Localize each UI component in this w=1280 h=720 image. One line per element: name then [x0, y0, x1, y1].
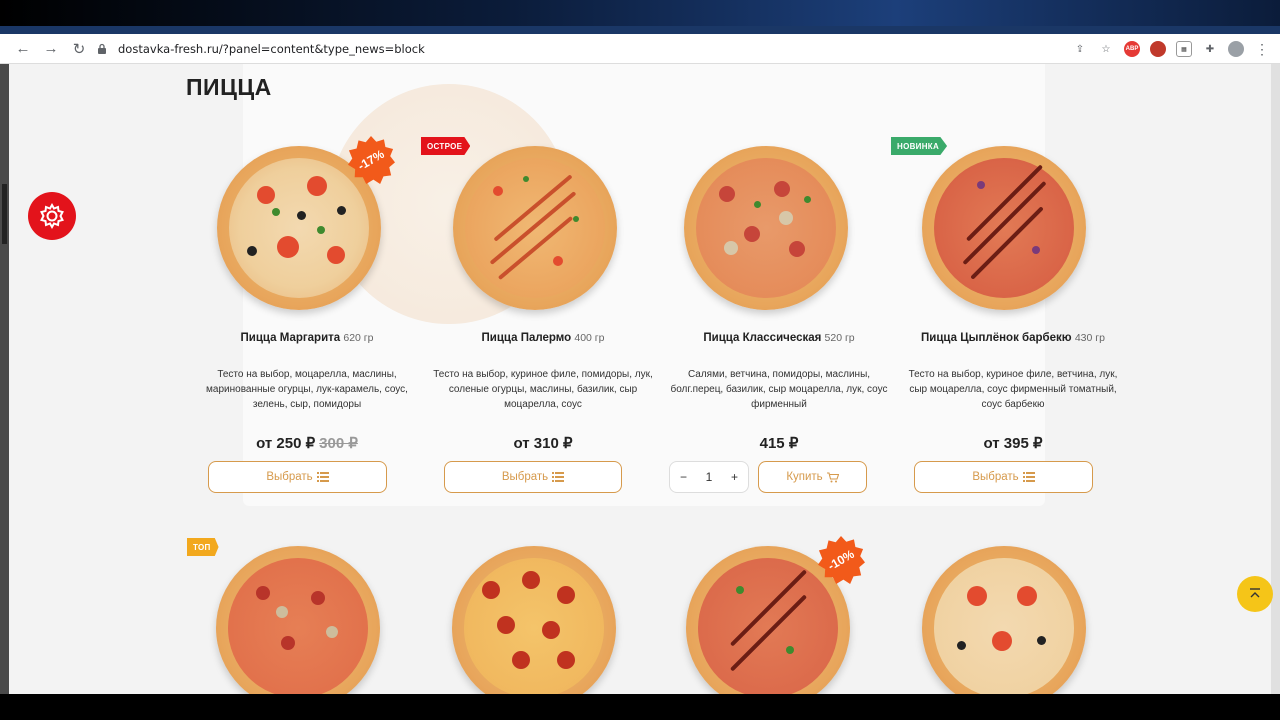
new-badge: НОВИНКА [891, 137, 948, 155]
puzzle-icon[interactable]: ✚ [1202, 41, 1218, 57]
share-icon[interactable]: ⇪ [1072, 41, 1088, 57]
gear-icon [40, 202, 64, 230]
settings-button[interactable] [28, 192, 76, 240]
qty-value: 1 [705, 470, 713, 484]
profile-icon[interactable] [1228, 41, 1244, 57]
tab-strip [0, 0, 1280, 34]
pizza-image[interactable] [684, 146, 848, 310]
list-icon [1022, 472, 1035, 482]
list-icon [316, 472, 329, 482]
product-description: Тесто на выбор, моцарелла, маслины, мари… [206, 369, 408, 410]
cart-icon [826, 471, 839, 482]
product-name: Пицца Цыплёнок барбекю 430 гр [921, 332, 1105, 344]
browser-window: ← → ↻ dostavka-fresh.ru/?panel=content&t… [0, 0, 1280, 720]
product-weight: 400 гр [574, 332, 605, 344]
scroll-top-button[interactable] [1237, 576, 1273, 612]
product-weight: 430 гр [1074, 332, 1105, 344]
product-name: Пицца Палермо 400 гр [481, 332, 605, 344]
adblock-icon[interactable]: ABP [1124, 41, 1140, 57]
top-badge: ТОП [187, 538, 219, 556]
product-price: от 310 ₽ [513, 435, 573, 452]
select-button[interactable]: Выбрать [444, 461, 622, 493]
quantity-stepper[interactable]: − 1 + [669, 461, 749, 493]
browser-toolbar: ← → ↻ dostavka-fresh.ru/?panel=content&t… [0, 34, 1280, 64]
spicy-badge: ОСТРОЕ [421, 137, 471, 155]
pizza-image[interactable] [922, 146, 1086, 310]
menu-icon[interactable]: ⋮ [1254, 41, 1270, 57]
qty-minus-button[interactable]: − [680, 470, 687, 484]
right-edge [1271, 64, 1280, 694]
arrow-up-icon [1250, 588, 1260, 598]
pizza-image[interactable] [922, 546, 1086, 694]
star-icon[interactable]: ☆ [1098, 41, 1114, 57]
bottom-bar [0, 694, 1280, 720]
pizza-image[interactable] [452, 546, 616, 694]
product-price: 415 ₽ [759, 435, 799, 452]
product-weight: 520 гр [824, 332, 855, 344]
product-description: Салями, ветчина, помидоры, маслины, болг… [670, 369, 888, 410]
select-button[interactable]: Выбрать [208, 461, 387, 493]
old-price: 300 ₽ [319, 435, 358, 452]
product-name: Пицца Классическая 520 гр [703, 332, 855, 344]
lock-icon [98, 43, 106, 54]
list-icon [552, 472, 565, 482]
reload-button[interactable]: ↻ [66, 36, 92, 62]
address-bar[interactable]: dostavka-fresh.ru/?panel=content&type_ne… [96, 37, 1136, 61]
buy-button[interactable]: Купить [758, 461, 867, 493]
product-price: от 395 ₽ [983, 435, 1043, 452]
product-weight: 620 гр [343, 332, 374, 344]
url-text: dostavka-fresh.ru/?panel=content&type_ne… [118, 42, 425, 56]
product-description: Тесто на выбор, куриное филе, помидоры, … [433, 369, 653, 410]
select-button[interactable]: Выбрать [914, 461, 1093, 493]
pizza-image[interactable] [216, 546, 380, 694]
qty-plus-button[interactable]: + [731, 470, 738, 484]
section-title: ПИЦЦА [186, 74, 272, 100]
page-content: ПИЦЦА -17% Пицца Маргарита 620 гр Тесто … [9, 64, 1271, 694]
left-edge [0, 64, 9, 694]
avatar-ext-icon[interactable] [1150, 41, 1166, 57]
back-button[interactable]: ← [10, 36, 36, 62]
product-price: от 250 ₽300 ₽ [256, 435, 358, 452]
product-name: Пицца Маргарита 620 гр [240, 332, 374, 344]
product-description: Тесто на выбор, куриное филе, ветчина, л… [908, 369, 1118, 410]
grid-ext-icon[interactable]: ▦ [1176, 41, 1192, 57]
forward-button[interactable]: → [38, 36, 64, 62]
pizza-image[interactable] [453, 146, 617, 310]
